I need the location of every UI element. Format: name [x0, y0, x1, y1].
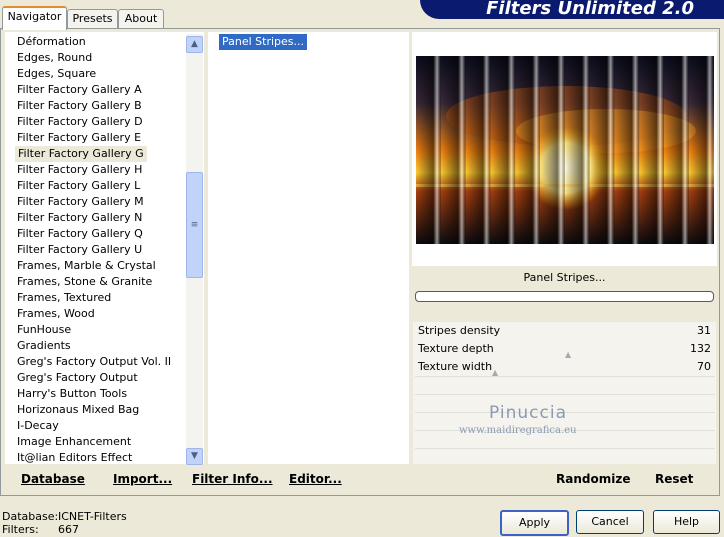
- filters-status-label: Filters:: [2, 523, 39, 536]
- tab-navigator[interactable]: Navigator: [2, 6, 67, 30]
- preview-stripe: [540, 56, 565, 244]
- preview-stripe: [564, 56, 590, 244]
- category-item[interactable]: I-Decay: [17, 418, 59, 434]
- preview-stripe: [639, 56, 664, 244]
- database-status-value: ICNET-Filters: [58, 510, 127, 523]
- category-item[interactable]: Gradients: [17, 338, 71, 354]
- param-label: Texture depth: [418, 342, 494, 355]
- category-item[interactable]: It@lian Editors Effect: [17, 450, 132, 466]
- category-item[interactable]: FunHouse: [17, 322, 71, 338]
- import-button[interactable]: Import...: [113, 472, 172, 486]
- preview-image: [416, 56, 714, 244]
- database-status-label: Database:: [2, 510, 59, 523]
- scroll-up-icon[interactable]: ▲: [186, 36, 203, 53]
- category-item[interactable]: Greg's Factory Output Vol. II: [17, 354, 171, 370]
- preview-frame: [412, 32, 717, 266]
- preview-stripe: [440, 56, 466, 244]
- reset-button[interactable]: Reset: [655, 472, 693, 486]
- param-label: Stripes density: [418, 324, 501, 337]
- category-item[interactable]: Filter Factory Gallery Q: [17, 226, 143, 242]
- watermark-name: Pinuccia: [489, 403, 567, 423]
- watermark-url: www.maidiregrafica.eu: [459, 425, 577, 436]
- category-item[interactable]: Greg's Factory Output: [17, 370, 138, 386]
- category-item[interactable]: Frames, Wood: [17, 306, 95, 322]
- category-item[interactable]: Frames, Marble & Crystal: [17, 258, 156, 274]
- param-texture-width[interactable]: Texture width ▲ 70: [415, 358, 715, 377]
- preview-stripe: [490, 56, 516, 244]
- slider-thumb-icon[interactable]: ▲: [492, 364, 498, 382]
- category-scrollbar[interactable]: ▲ ≡ ▼: [186, 34, 203, 465]
- apply-button[interactable]: Apply: [500, 510, 569, 536]
- preview-stripe: [416, 56, 441, 244]
- category-item[interactable]: Filter Factory Gallery A: [17, 82, 142, 98]
- category-item[interactable]: Filter Factory Gallery N: [17, 210, 142, 226]
- database-button[interactable]: Database: [21, 472, 85, 486]
- param-label: Texture width: [418, 360, 493, 373]
- category-item[interactable]: Harry's Button Tools: [17, 386, 127, 402]
- progress-bar: [415, 291, 714, 302]
- category-item[interactable]: Filter Factory Gallery M: [17, 194, 144, 210]
- preview-stripe: [688, 56, 714, 244]
- category-item[interactable]: Horizonaus Mixed Bag: [17, 402, 139, 418]
- category-item[interactable]: Filter Factory Gallery H: [17, 162, 142, 178]
- param-stripes-density[interactable]: Stripes density 31: [415, 322, 715, 340]
- category-item[interactable]: Filter Factory Gallery E: [17, 130, 141, 146]
- category-item[interactable]: Frames, Textured: [17, 290, 111, 306]
- param-texture-depth[interactable]: Texture depth ▲ 132: [415, 340, 715, 359]
- preview-stripe: [614, 56, 640, 244]
- category-item[interactable]: Filter Factory Gallery B: [17, 98, 142, 114]
- category-item[interactable]: Edges, Round: [17, 50, 92, 66]
- preview-filter-name: Panel Stripes...: [523, 271, 606, 284]
- preview-stripe: [589, 56, 615, 244]
- filter-item-selected[interactable]: Panel Stripes...: [219, 34, 308, 50]
- filter-list[interactable]: Panel Stripes...: [208, 32, 409, 464]
- tab-about[interactable]: About: [118, 9, 164, 28]
- scroll-thumb[interactable]: ≡: [186, 172, 203, 278]
- preview-stripe: [515, 56, 540, 244]
- filters-status-value: 667: [58, 523, 79, 536]
- category-item[interactable]: Edges, Square: [17, 66, 96, 82]
- category-item[interactable]: Déformation: [17, 34, 86, 50]
- category-item[interactable]: Filter Factory Gallery G: [15, 146, 147, 162]
- category-item[interactable]: Filter Factory Gallery D: [17, 114, 143, 130]
- filter-info-button[interactable]: Filter Info...: [192, 472, 273, 486]
- param-value: 70: [697, 360, 711, 373]
- title-banner: Filters Unlimited 2.0: [420, 0, 724, 19]
- tab-presets[interactable]: Presets: [67, 9, 118, 28]
- divider: [415, 394, 715, 395]
- preview-stripe: [465, 56, 491, 244]
- category-item[interactable]: Frames, Stone & Granite: [17, 274, 152, 290]
- app-title: Filters Unlimited 2.0: [486, 0, 694, 19]
- randomize-button[interactable]: Randomize: [556, 472, 630, 486]
- category-list[interactable]: Déformation Edges, Round Edges, Square Filt…: [5, 32, 204, 466]
- cancel-button[interactable]: Cancel: [576, 510, 644, 534]
- category-item[interactable]: Filter Factory Gallery U: [17, 242, 142, 258]
- help-button[interactable]: Help: [653, 510, 720, 534]
- divider: [415, 448, 715, 449]
- category-item[interactable]: Filter Factory Gallery L: [17, 178, 140, 194]
- param-value: 132: [690, 342, 711, 355]
- scroll-down-icon[interactable]: ▼: [186, 448, 203, 465]
- category-item[interactable]: Image Enhancement: [17, 434, 131, 450]
- preview-stripe: [664, 56, 689, 244]
- param-value: 31: [697, 324, 711, 337]
- editor-button[interactable]: Editor...: [289, 472, 342, 486]
- divider: [415, 376, 715, 377]
